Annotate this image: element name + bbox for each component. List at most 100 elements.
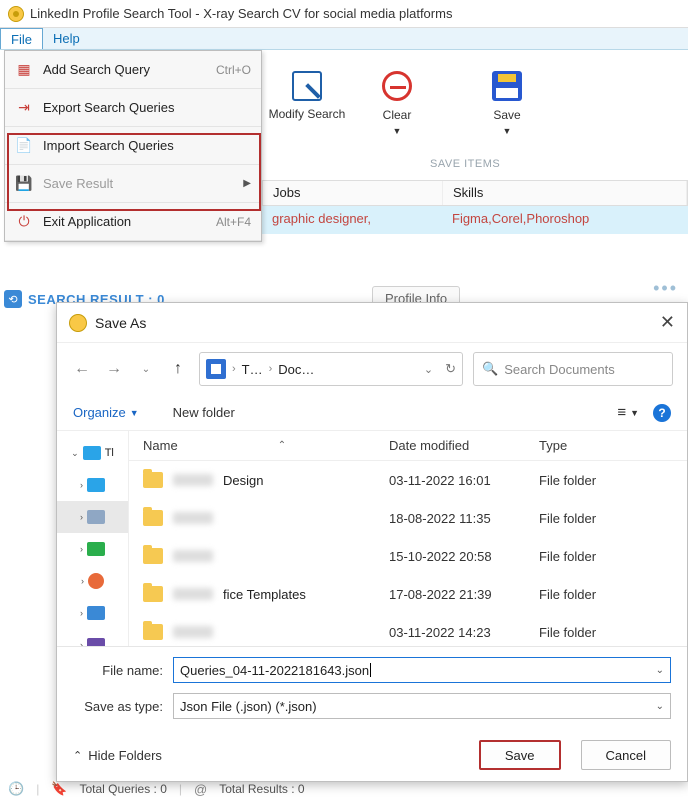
help-icon[interactable]: ? bbox=[653, 404, 671, 422]
file-name-suffix: Design bbox=[223, 473, 263, 488]
chevron-right-icon: › bbox=[232, 363, 236, 375]
shortcut: Alt+F4 bbox=[216, 215, 251, 229]
save-result-icon: 💾 bbox=[15, 175, 33, 193]
modify-search-button[interactable]: Modify Search bbox=[262, 60, 352, 121]
query-grid: Jobs Skills graphic designer, Figma,Core… bbox=[262, 180, 688, 234]
clear-button[interactable]: Clear ▼ bbox=[352, 60, 442, 136]
tree-node-selected[interactable]: › bbox=[57, 501, 128, 533]
col-skills-header[interactable]: Skills bbox=[443, 181, 687, 205]
clear-icon bbox=[382, 71, 412, 101]
menu-add-query[interactable]: ▦ Add Search Query Ctrl+O bbox=[5, 51, 261, 89]
shortcut: Ctrl+O bbox=[216, 63, 251, 77]
menu-save-result[interactable]: 💾 Save Result ▶ bbox=[5, 165, 261, 203]
menu-help[interactable]: Help bbox=[43, 28, 90, 49]
folder-icon bbox=[143, 586, 163, 602]
search-input[interactable]: 🔍 Search Documents bbox=[473, 352, 673, 386]
folder-icon bbox=[143, 510, 163, 526]
redacted-name bbox=[173, 550, 213, 562]
dropdown-caret-icon[interactable]: ⌄ bbox=[656, 701, 664, 712]
save-button[interactable]: Save bbox=[479, 740, 561, 770]
file-name-input[interactable]: Queries_04-11-2022181643.json ⌄ bbox=[173, 657, 671, 683]
more-icon[interactable]: ••• bbox=[653, 278, 678, 299]
col-jobs-header[interactable]: Jobs bbox=[263, 181, 443, 205]
file-row[interactable]: 18-08-2022 11:35File folder bbox=[129, 499, 687, 537]
tree-node[interactable]: › bbox=[57, 629, 128, 646]
file-date: 03-11-2022 14:23 bbox=[389, 625, 539, 640]
save-label: Save bbox=[493, 108, 520, 122]
file-date: 03-11-2022 16:01 bbox=[389, 473, 539, 488]
dropdown-caret-icon[interactable]: ⌄ bbox=[656, 665, 664, 676]
folder-icon bbox=[143, 472, 163, 488]
hide-folders-button[interactable]: ⌃ Hide Folders bbox=[73, 748, 162, 763]
menu-import-queries[interactable]: 📄 Import Search Queries bbox=[5, 127, 261, 165]
menu-exit[interactable]: ⏻ Exit Application Alt+F4 bbox=[5, 203, 261, 241]
back-button[interactable]: ← bbox=[71, 360, 93, 378]
cancel-button[interactable]: Cancel bbox=[581, 740, 671, 770]
menu-exit-label: Exit Application bbox=[43, 214, 216, 229]
save-icon bbox=[492, 71, 522, 101]
dialog-title: Save As bbox=[95, 315, 660, 331]
file-type: File folder bbox=[539, 587, 687, 602]
total-results: Total Results : 0 bbox=[219, 782, 304, 796]
search-icon: 🔍 bbox=[482, 361, 498, 377]
col-type[interactable]: Type bbox=[539, 438, 687, 453]
file-type: File folder bbox=[539, 549, 687, 564]
results-icon: @ bbox=[194, 782, 207, 797]
view-mode-button[interactable]: ≡ ▼ bbox=[617, 404, 639, 421]
menu-file[interactable]: File bbox=[0, 28, 43, 49]
tree-node[interactable]: › bbox=[57, 565, 128, 597]
folder-tree[interactable]: ⌄Tl › › ›↓ › › › bbox=[57, 431, 129, 646]
total-queries: Total Queries : 0 bbox=[80, 782, 167, 796]
close-icon[interactable]: ✕ bbox=[660, 312, 675, 333]
file-row[interactable]: 15-10-2022 20:58File folder bbox=[129, 537, 687, 575]
file-date: 18-08-2022 11:35 bbox=[389, 511, 539, 526]
tree-node[interactable]: ⌄Tl bbox=[57, 437, 128, 469]
query-row[interactable]: graphic designer, Figma,Corel,Phoroshop bbox=[262, 206, 688, 234]
file-row[interactable]: Design03-11-2022 16:01File folder bbox=[129, 461, 687, 499]
up-button[interactable]: ↑ bbox=[167, 360, 189, 378]
chevron-down-icon[interactable]: ⌄ bbox=[424, 363, 433, 376]
breadcrumb-seg[interactable]: T… bbox=[242, 362, 263, 377]
import-icon: 📄 bbox=[15, 137, 33, 155]
col-date[interactable]: Date modified bbox=[389, 438, 539, 453]
save-type-select[interactable]: Json File (.json) (*.json) ⌄ bbox=[173, 693, 671, 719]
link-icon: ⟲ bbox=[4, 290, 22, 308]
file-row[interactable]: fice Templates17-08-2022 21:39File folde… bbox=[129, 575, 687, 613]
file-date: 17-08-2022 21:39 bbox=[389, 587, 539, 602]
save-button[interactable]: Save ▼ bbox=[462, 60, 552, 136]
titlebar: LinkedIn Profile Search Tool - X-ray Sea… bbox=[0, 0, 688, 28]
file-row[interactable]: 03-11-2022 14:23File folder bbox=[129, 613, 687, 646]
folder-icon bbox=[143, 548, 163, 564]
new-folder-button[interactable]: New folder bbox=[173, 405, 235, 420]
tree-node[interactable]: › bbox=[57, 469, 128, 501]
organize-button[interactable]: Organize ▼ bbox=[73, 405, 139, 420]
tree-node[interactable]: ›↓ bbox=[57, 533, 128, 565]
location-icon bbox=[206, 359, 226, 379]
exit-icon: ⏻ bbox=[15, 213, 33, 231]
menubar: File Help bbox=[0, 28, 688, 50]
menu-add-query-label: Add Search Query bbox=[43, 62, 216, 77]
col-name[interactable]: Name⌃ bbox=[129, 438, 389, 453]
export-icon: ⇥ bbox=[15, 99, 33, 117]
breadcrumb[interactable]: › T… › Doc… ⌄ ↻ bbox=[199, 352, 463, 386]
caret-down-icon: ▼ bbox=[130, 408, 139, 418]
refresh-icon[interactable]: ↻ bbox=[445, 361, 456, 377]
redacted-name bbox=[173, 588, 213, 600]
window-title: LinkedIn Profile Search Tool - X-ray Sea… bbox=[30, 6, 452, 21]
history-icon[interactable]: 🕒 bbox=[8, 781, 24, 797]
menu-export-queries[interactable]: ⇥ Export Search Queries bbox=[5, 89, 261, 127]
queries-icon: 🔖 bbox=[51, 781, 67, 797]
file-list-header: Name⌃ Date modified Type bbox=[129, 431, 687, 461]
dialog-actions: ⌃ Hide Folders Save Cancel bbox=[57, 729, 687, 781]
tree-node[interactable]: › bbox=[57, 597, 128, 629]
app-icon bbox=[8, 6, 24, 22]
recent-dropdown[interactable]: ⌄ bbox=[135, 364, 157, 375]
caret-down-icon: ▼ bbox=[393, 126, 402, 136]
file-list: Name⌃ Date modified Type Design 03-11-202… bbox=[129, 431, 687, 646]
breadcrumb-seg[interactable]: Doc… bbox=[278, 362, 314, 377]
clear-label: Clear bbox=[383, 108, 412, 122]
menu-save-result-label: Save Result bbox=[43, 176, 243, 191]
save-items-group-label: SAVE ITEMS bbox=[430, 158, 500, 170]
organize-label: Organize bbox=[73, 405, 126, 420]
redacted-name bbox=[173, 474, 213, 486]
